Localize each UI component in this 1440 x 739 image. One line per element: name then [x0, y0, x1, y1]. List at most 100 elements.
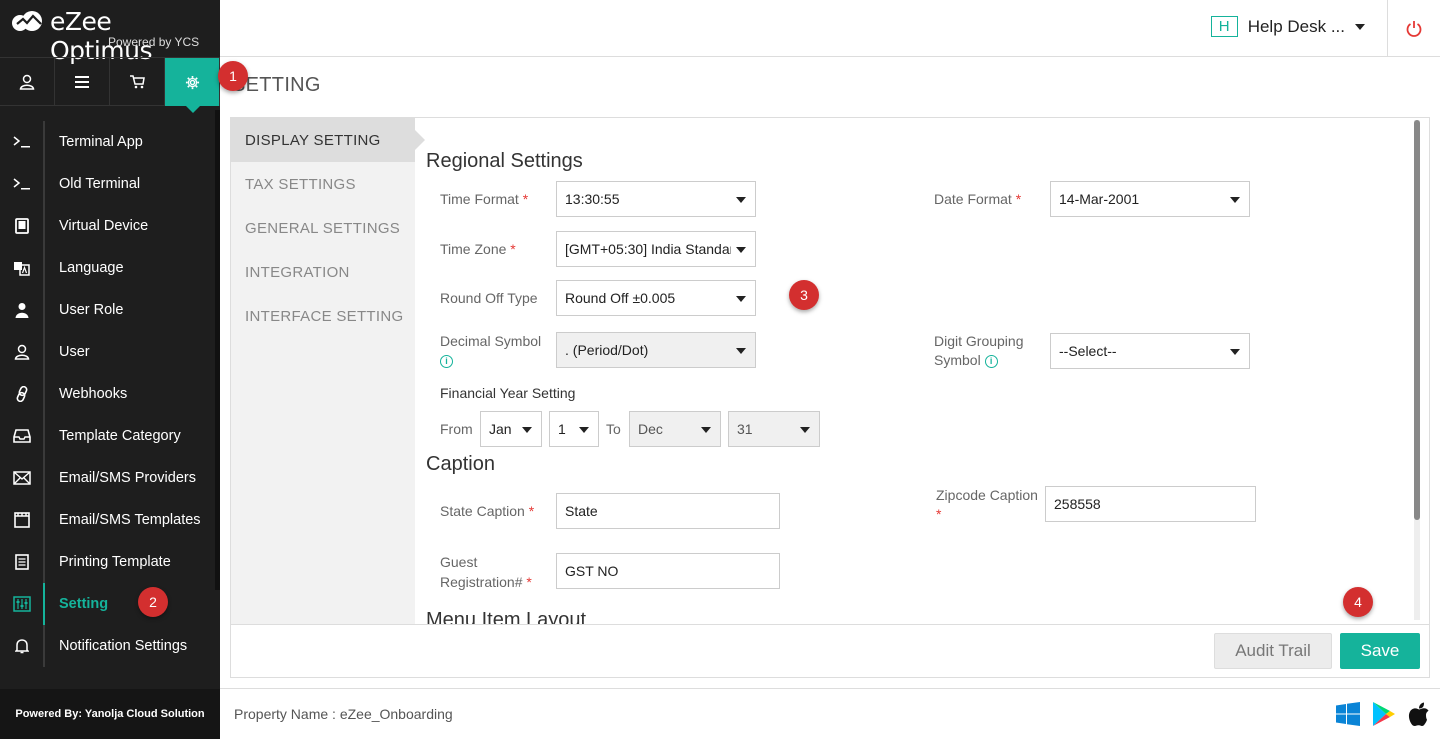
brand-subtitle: Powered by YCS	[108, 35, 200, 49]
sidebar-top-icons	[0, 57, 220, 113]
user-name: Help Desk ...	[1247, 16, 1345, 36]
logo-icon	[12, 11, 42, 31]
time-format-select[interactable]: 13:30:55	[556, 181, 756, 217]
zipcode-caption-label: Zipcode Caption *	[936, 487, 1038, 522]
sidebar-item-label: User	[59, 344, 90, 360]
to-month-select[interactable]: Dec	[629, 411, 721, 447]
tab-display-setting[interactable]: DISPLAY SETTING	[231, 118, 425, 162]
save-button[interactable]: Save	[1340, 633, 1420, 669]
annotation-badge-1: 1	[218, 61, 248, 91]
sidebar-item-language[interactable]: Language	[0, 247, 220, 289]
caption-title: Caption	[426, 453, 495, 475]
sidebar: eZee Optimus Powered by YCS Terminal App	[0, 0, 220, 739]
caret-down-icon	[579, 427, 589, 433]
sidebar-item-label: Printing Template	[59, 554, 171, 570]
app-window: eZee Optimus Powered by YCS Terminal App	[0, 0, 1440, 739]
user-role-icon	[0, 289, 45, 331]
from-day-select[interactable]: 1	[549, 411, 599, 447]
sidebar-item-email-sms-providers[interactable]: Email/SMS Providers	[0, 457, 220, 499]
settings-tab[interactable]	[165, 58, 220, 113]
sidebar-item-email-sms-templates[interactable]: Email/SMS Templates	[0, 499, 220, 541]
sidebar-scrollbar[interactable]	[215, 110, 220, 590]
power-icon	[1406, 20, 1422, 37]
tablet-icon	[0, 205, 45, 247]
caret-down-icon	[736, 348, 746, 354]
sidebar-item-template-category[interactable]: Template Category	[0, 415, 220, 457]
terminal-icon	[0, 121, 45, 163]
caret-down-icon	[736, 247, 746, 253]
sidebar-item-label: Notification Settings	[59, 638, 188, 654]
sidebar-item-terminal-app[interactable]: Terminal App	[0, 121, 220, 163]
settings-panel: DISPLAY SETTING TAX SETTINGS GENERAL SET…	[230, 117, 1430, 678]
digit-grouping-label: Digit Grouping Symbol i	[934, 333, 1024, 368]
tab-interface-setting[interactable]: INTERFACE SETTING	[231, 294, 415, 338]
brand-logo[interactable]: eZee Optimus Powered by YCS	[0, 0, 220, 65]
bottom-bar: Property Name : eZee_Onboarding	[220, 688, 1440, 739]
audit-trail-button[interactable]: Audit Trail	[1214, 633, 1332, 669]
sidebar-item-user-role[interactable]: User Role	[0, 289, 220, 331]
info-icon[interactable]: i	[440, 354, 453, 368]
caret-down-icon	[736, 296, 746, 302]
sidebar-item-label: Terminal App	[59, 134, 143, 150]
chevron-down-icon	[1355, 23, 1365, 30]
profile-tab[interactable]	[0, 58, 55, 106]
zipcode-caption-input[interactable]: 258558	[1045, 486, 1256, 522]
date-format-select[interactable]: 14-Mar-2001	[1050, 181, 1250, 217]
logout-button[interactable]	[1387, 0, 1440, 57]
caret-down-icon	[522, 427, 532, 433]
user-icon	[0, 331, 45, 373]
caret-down-icon	[701, 427, 711, 433]
time-zone-label: Time Zone *	[440, 241, 516, 257]
to-day-select[interactable]: 31	[728, 411, 820, 447]
sidebar-item-printing-template[interactable]: Printing Template	[0, 541, 220, 583]
guest-registration-label: Guest Registration# *	[440, 554, 532, 590]
apple-icon[interactable]	[1408, 702, 1430, 726]
sidebar-item-label: Webhooks	[59, 386, 128, 402]
tab-integration[interactable]: INTEGRATION	[231, 250, 415, 294]
menu-icon	[75, 76, 89, 88]
content-scrollbar-thumb[interactable]	[1414, 120, 1420, 520]
top-header: H Help Desk ...	[220, 0, 1440, 57]
user-menu[interactable]: H Help Desk ...	[1210, 16, 1365, 37]
sidebar-item-setting[interactable]: Setting	[0, 583, 220, 625]
powered-by: Powered By: Yanolja Cloud Solution	[0, 689, 220, 739]
sidebar-item-virtual-device[interactable]: Virtual Device	[0, 205, 220, 247]
sidebar-item-label: Old Terminal	[59, 176, 141, 192]
sidebar-item-label: Email/SMS Providers	[59, 470, 196, 486]
menu-tab[interactable]	[55, 58, 110, 106]
google-play-icon[interactable]	[1372, 701, 1396, 727]
language-icon	[0, 247, 45, 289]
from-month-select[interactable]: Jan	[480, 411, 542, 447]
sidebar-item-notification-settings[interactable]: Notification Settings	[0, 625, 220, 667]
time-zone-select[interactable]: [GMT+05:30] India Standard Time	[556, 231, 756, 267]
terminal-icon	[0, 163, 45, 205]
round-off-type-select[interactable]: Round Off ±0.005	[556, 280, 756, 316]
sidebar-item-label: User Role	[59, 302, 124, 318]
mail-icon	[0, 457, 45, 499]
decimal-symbol-select[interactable]: . (Period/Dot)	[556, 332, 756, 368]
state-caption-input[interactable]: State	[556, 493, 780, 529]
cart-icon	[130, 75, 145, 89]
cart-tab[interactable]	[110, 58, 165, 106]
annotation-badge-3: 3	[789, 280, 819, 310]
state-caption-label: State Caption *	[440, 503, 535, 519]
tab-tax-settings[interactable]: TAX SETTINGS	[231, 162, 415, 206]
sidebar-item-label: Template Category	[59, 428, 181, 444]
sidebar-item-user[interactable]: User	[0, 331, 220, 373]
info-icon[interactable]: i	[984, 354, 998, 368]
time-format-label: Time Format *	[440, 191, 529, 207]
sliders-icon	[0, 583, 45, 625]
annotation-badge-4: 4	[1343, 587, 1373, 617]
guest-registration-input[interactable]: GST NO	[556, 553, 780, 589]
windows-icon[interactable]	[1336, 702, 1360, 726]
digit-grouping-select[interactable]: --Select--	[1050, 333, 1250, 369]
template-icon	[0, 499, 45, 541]
caret-down-icon	[736, 197, 746, 203]
panel-footer: Audit Trail Save	[231, 624, 1429, 677]
financial-year-label: Financial Year Setting	[440, 385, 576, 401]
sidebar-item-old-terminal[interactable]: Old Terminal	[0, 163, 220, 205]
display-setting-content: Regional Settings Time Format * 13:30:55…	[415, 118, 1421, 624]
round-off-type-label: Round Off Type	[440, 290, 538, 306]
tab-general-settings[interactable]: GENERAL SETTINGS	[231, 206, 415, 250]
sidebar-item-webhooks[interactable]: Webhooks	[0, 373, 220, 415]
